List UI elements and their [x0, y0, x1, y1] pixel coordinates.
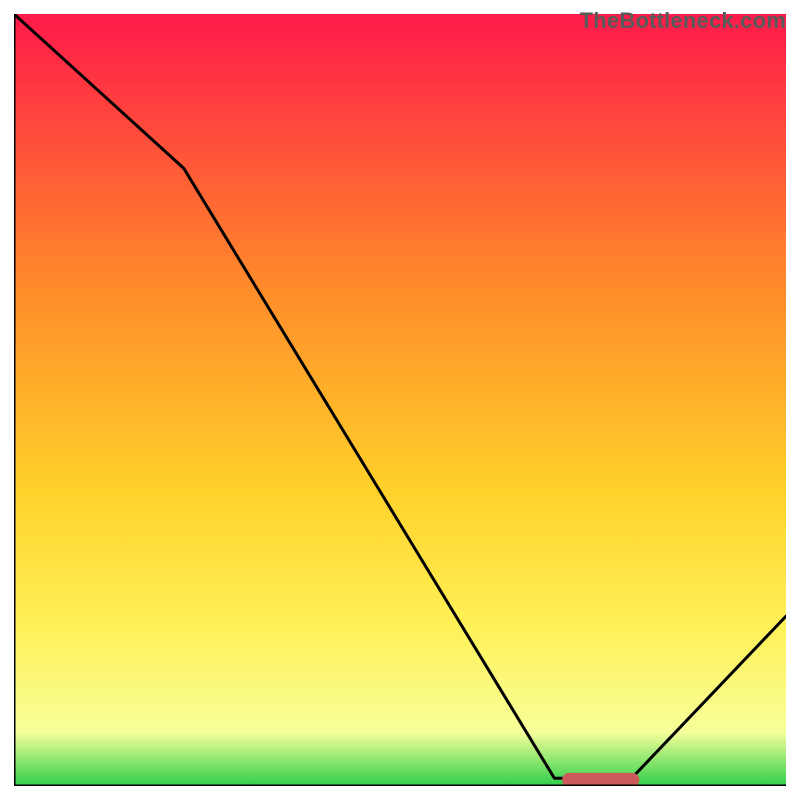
- chart-background: [14, 14, 786, 786]
- plot-area: TheBottleneck.com: [14, 14, 786, 786]
- chart-frame: TheBottleneck.com: [0, 0, 800, 800]
- chart-svg: [14, 14, 786, 786]
- optimum-marker: [562, 773, 639, 786]
